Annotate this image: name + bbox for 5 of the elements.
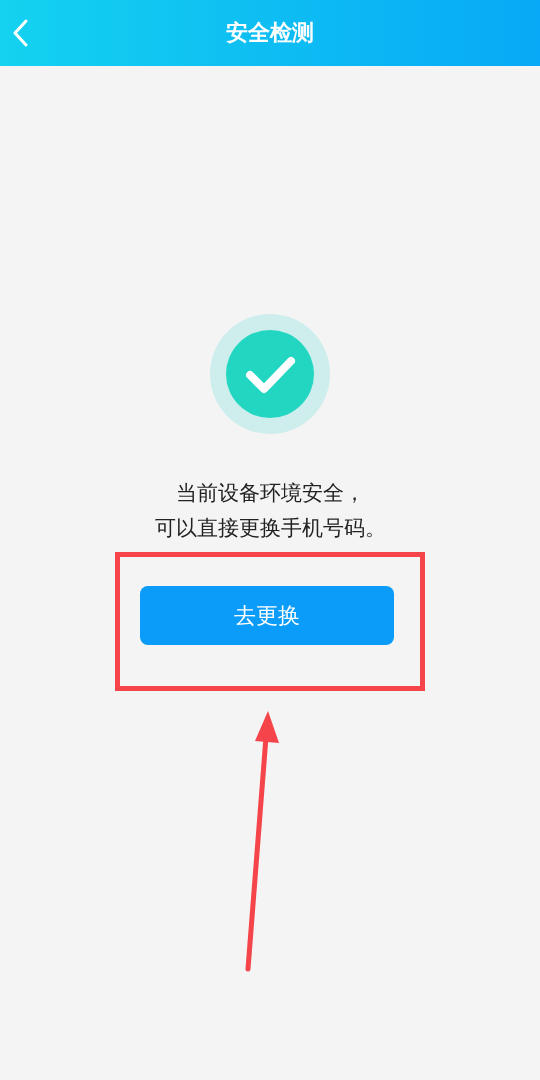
page-title: 安全检测 xyxy=(225,19,315,47)
check-circle-icon xyxy=(210,314,330,434)
status-message: 当前设备环境安全， 可以直接更换手机号码。 xyxy=(154,480,386,542)
back-icon[interactable] xyxy=(12,19,28,47)
change-button[interactable]: 去更换 xyxy=(140,586,394,645)
